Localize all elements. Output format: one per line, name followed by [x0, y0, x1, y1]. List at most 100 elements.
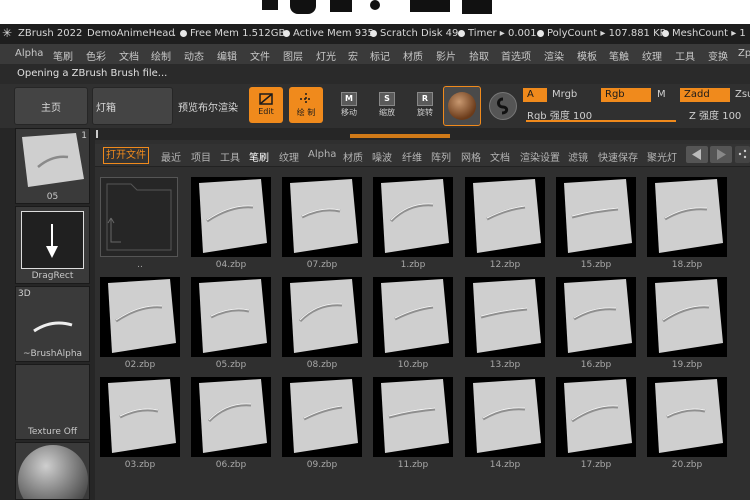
alpha-slot[interactable]: 3D ~BrushAlpha — [15, 286, 90, 362]
tab-spotlight[interactable]: 聚光灯 — [647, 149, 677, 164]
brush-file-thumbnail[interactable] — [191, 277, 271, 357]
tab-noise[interactable]: 噪波 — [372, 149, 392, 164]
brush-file-thumbnail[interactable] — [191, 377, 271, 457]
home-button[interactable]: 主页 — [14, 87, 88, 125]
brush-file-thumbnail[interactable] — [282, 177, 362, 257]
tab-brush[interactable]: 笔刷 — [249, 149, 269, 164]
material-slot[interactable] — [15, 442, 90, 500]
tab-render-settings[interactable]: 渲染设置 — [520, 149, 560, 164]
zsub-toggle[interactable]: Zsu — [735, 89, 750, 100]
tab-filter[interactable]: 滤镜 — [568, 149, 588, 164]
tab-texture[interactable]: 纹理 — [279, 149, 299, 164]
tab-alpha[interactable]: Alpha — [308, 149, 336, 160]
z-intensity-slider[interactable]: Z 强度 100 — [689, 107, 741, 122]
brush-file-thumbnail[interactable] — [647, 177, 727, 257]
brush-file-thumbnail[interactable] — [373, 377, 453, 457]
menu-item[interactable]: Alpha — [15, 48, 43, 59]
menu-item[interactable]: 渲染 — [544, 48, 564, 63]
lightbox-button[interactable]: 灯箱 — [92, 87, 173, 125]
scale-button[interactable]: S 缩放 — [372, 92, 402, 118]
brush-file-thumbnail[interactable] — [282, 277, 362, 357]
bullet-icon — [180, 30, 187, 37]
left-shelf: 1 05 DragRect 3D ~BrushAlpha Texture Off — [0, 128, 95, 500]
tab-recent[interactable]: 最近 — [161, 149, 181, 164]
parent-folder-icon[interactable] — [100, 177, 178, 257]
brush-thumbnail — [22, 133, 84, 187]
menu-item[interactable]: 动态 — [184, 48, 204, 63]
brush-file-thumbnail[interactable] — [191, 177, 271, 257]
brush-file-thumbnail[interactable] — [465, 277, 545, 357]
tab-document[interactable]: 文档 — [490, 149, 510, 164]
move-button[interactable]: M 移动 — [334, 92, 364, 118]
rgb-intensity-track[interactable] — [526, 120, 676, 122]
menu-item[interactable]: 首选项 — [501, 48, 531, 63]
color-picker-button[interactable] — [489, 92, 517, 120]
brush-file-thumbnail[interactable] — [556, 377, 636, 457]
file-name-label: 05.zbp — [215, 360, 247, 370]
file-name-label: 13.zbp — [489, 360, 521, 370]
brush-file-thumbnail[interactable] — [556, 177, 636, 257]
menu-item[interactable]: 绘制 — [151, 48, 171, 63]
nav-next-button[interactable] — [710, 146, 732, 163]
menu-item[interactable]: 工具 — [675, 48, 695, 63]
menu-item[interactable]: 文档 — [119, 48, 139, 63]
menu-item[interactable]: 图层 — [283, 48, 303, 63]
lightbox-scroll-thumb[interactable] — [350, 134, 450, 138]
mrgb-toggle[interactable]: Mrgb — [552, 89, 577, 100]
lightbox-options-button[interactable] — [735, 146, 750, 163]
rotate-button[interactable]: R 旋转 — [410, 92, 440, 118]
brush-file-thumbnail[interactable] — [100, 377, 180, 457]
edit-button[interactable]: Edit — [249, 87, 283, 123]
menu-item[interactable]: 编辑 — [217, 48, 237, 63]
tab-tool[interactable]: 工具 — [220, 149, 240, 164]
brush-file-thumbnail[interactable] — [556, 277, 636, 357]
tab-material[interactable]: 材质 — [343, 149, 363, 164]
brush-file-thumbnail[interactable] — [373, 177, 453, 257]
menu-item[interactable]: 模板 — [577, 48, 597, 63]
rgb-toggle[interactable]: Rgb — [601, 88, 651, 102]
brush-file-thumbnail[interactable] — [373, 277, 453, 357]
menu-item[interactable]: 材质 — [403, 48, 423, 63]
menu-item[interactable]: 灯光 — [316, 48, 336, 63]
a-toggle[interactable]: A — [523, 88, 547, 102]
menu-item[interactable]: 文件 — [250, 48, 270, 63]
brush-file-thumbnail[interactable] — [647, 377, 727, 457]
tab-project[interactable]: 项目 — [191, 149, 211, 164]
bpr-button[interactable]: 预览布尔渲染 — [173, 87, 243, 125]
dragrect-thumbnail — [21, 211, 84, 269]
menu-item[interactable]: 变换 — [708, 48, 728, 63]
brush-slot[interactable]: 1 05 — [15, 128, 90, 204]
lightbox-scroll-strip[interactable] — [95, 128, 750, 140]
menu-item[interactable]: 笔刷 — [53, 48, 73, 63]
menu-item[interactable]: Zp — [738, 48, 750, 59]
brush-file-thumbnail[interactable] — [100, 277, 180, 357]
tab-open-file[interactable]: 打开文件 — [103, 147, 149, 164]
zadd-toggle[interactable]: Zadd — [680, 88, 730, 102]
brush-file-thumbnail[interactable] — [465, 377, 545, 457]
timer: Timer ▸ 0.001 — [458, 28, 537, 39]
nav-prev-button[interactable] — [686, 146, 708, 163]
brush-file-thumbnail[interactable] — [647, 277, 727, 357]
menu-item[interactable]: 标记 — [370, 48, 390, 63]
menu-item[interactable]: 宏 — [348, 48, 358, 63]
menu-item[interactable]: 纹理 — [642, 48, 662, 63]
draw-button[interactable]: 绘 制 — [289, 87, 323, 123]
file-name-label: 15.zbp — [580, 260, 612, 270]
bullet-icon — [662, 30, 669, 37]
tab-quicksave[interactable]: 快速保存 — [598, 149, 638, 164]
tab-fibers[interactable]: 纤维 — [402, 149, 422, 164]
tab-grid[interactable]: 网格 — [461, 149, 481, 164]
menu-item[interactable]: 拾取 — [469, 48, 489, 63]
menu-item[interactable]: 笔触 — [609, 48, 629, 63]
free-mem: Free Mem 1.512GB — [180, 28, 285, 39]
material-button[interactable] — [443, 86, 481, 126]
stroke-slot[interactable]: DragRect — [15, 206, 90, 284]
brush-file-thumbnail[interactable] — [282, 377, 362, 457]
menu-item[interactable]: 色彩 — [86, 48, 106, 63]
file-name-label: 16.zbp — [580, 360, 612, 370]
m-toggle[interactable]: M — [657, 89, 666, 100]
brush-file-thumbnail[interactable] — [465, 177, 545, 257]
menu-item[interactable]: 影片 — [436, 48, 456, 63]
tab-array[interactable]: 阵列 — [431, 149, 451, 164]
texture-slot[interactable]: Texture Off — [15, 364, 90, 440]
